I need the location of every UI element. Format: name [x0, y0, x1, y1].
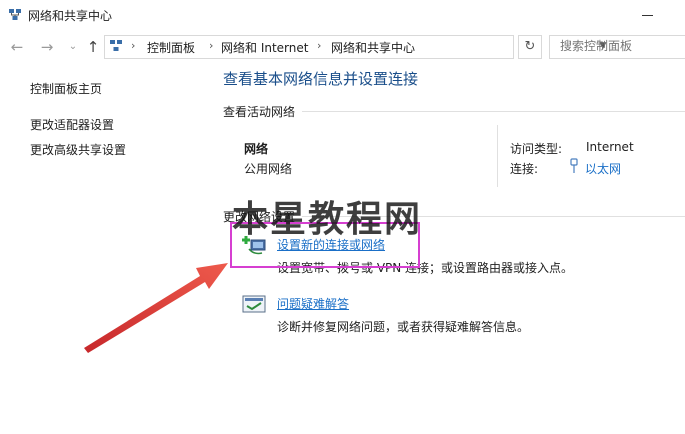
- connections-label: 连接:: [510, 162, 539, 176]
- access-type-label: 访问类型:: [510, 142, 563, 156]
- network-center-icon: [9, 9, 21, 20]
- breadcrumb-separator: ›: [209, 39, 214, 52]
- section-divider: [302, 111, 685, 112]
- ethernet-icon: [570, 158, 578, 173]
- network-type-link[interactable]: 公用网络: [244, 160, 292, 177]
- minimize-button[interactable]: [638, 7, 658, 23]
- search-box[interactable]: [549, 35, 685, 59]
- up-arrow-icon[interactable]: ↑: [84, 38, 102, 56]
- troubleshoot-link[interactable]: 问题疑难解答: [277, 295, 349, 312]
- breadcrumb-control-panel[interactable]: 控制面板: [147, 39, 195, 56]
- sidebar-item-change-adapter-settings[interactable]: 更改适配器设置: [30, 116, 114, 133]
- page-title: 查看基本网络信息并设置连接: [223, 70, 419, 88]
- ethernet-link[interactable]: 以太网: [585, 160, 621, 177]
- active-networks-title: 查看活动网络: [223, 105, 296, 119]
- back-arrow-icon[interactable]: ←: [8, 38, 26, 56]
- title-bar: 网络和共享中心: [0, 0, 685, 30]
- access-type-value: Internet: [586, 140, 634, 154]
- breadcrumb-separator: ›: [131, 39, 136, 52]
- breadcrumb-network-internet[interactable]: 网络和 Internet: [221, 39, 308, 56]
- sidebar-item-control-panel-home[interactable]: 控制面板主页: [30, 80, 102, 97]
- address-bar[interactable]: › 控制面板 › 网络和 Internet › 网络和共享中心 ▼: [104, 35, 606, 59]
- breadcrumb-network-sharing-center[interactable]: 网络和共享中心: [331, 39, 415, 56]
- sidebar-item-change-advanced-sharing[interactable]: 更改高级共享设置: [30, 141, 126, 158]
- troubleshoot-icon: [242, 295, 266, 313]
- refresh-button[interactable]: ↻: [518, 35, 542, 59]
- recent-dropdown-icon[interactable]: ⌄: [64, 38, 82, 56]
- breadcrumb-separator: ›: [317, 39, 322, 52]
- vertical-divider: [497, 125, 498, 187]
- window-title: 网络和共享中心: [28, 9, 113, 23]
- search-input[interactable]: [550, 36, 685, 56]
- network-name: 网络: [244, 142, 269, 156]
- control-panel-icon: [110, 40, 122, 51]
- troubleshoot-desc: 诊断并修复网络问题，或者获得疑难解答信息。: [277, 320, 530, 334]
- forward-arrow-icon[interactable]: →: [38, 38, 56, 56]
- watermark-text: 本星教程网: [232, 199, 423, 240]
